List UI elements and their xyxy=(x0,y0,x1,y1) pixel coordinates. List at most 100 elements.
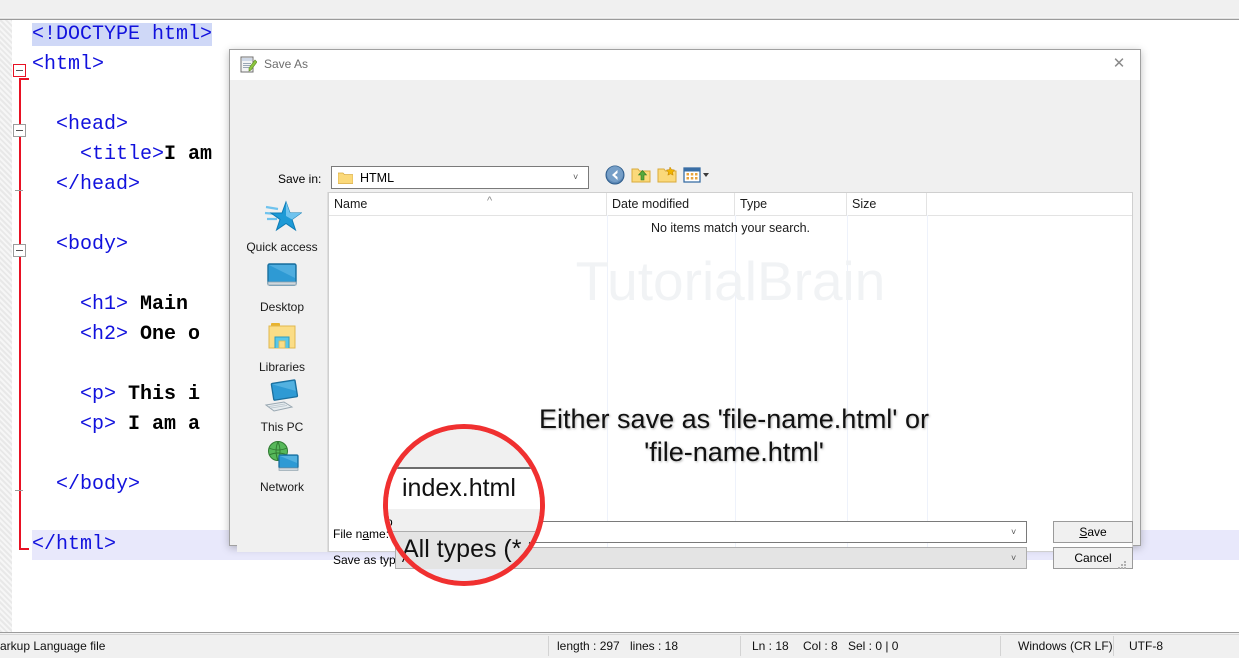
file-list-header: Name Date modified Type Size ^ xyxy=(329,193,1132,216)
code-token: <h2> xyxy=(80,323,129,346)
code-line: <title>I am xyxy=(32,140,212,170)
code-token: <p> xyxy=(80,413,117,436)
code-line: </head> xyxy=(32,170,140,200)
folder-icon xyxy=(338,172,353,184)
status-file-type: arkup Language file xyxy=(0,639,106,653)
fold-line-cap-bottom xyxy=(19,548,29,550)
save-in-combobox[interactable]: HTML ˅ xyxy=(331,166,589,189)
place-label: Network xyxy=(259,480,304,494)
dialog-body: Save in: HTML ˅ Quick access Desktop Lib… xyxy=(230,80,1140,569)
editor-toolbar xyxy=(0,0,1239,20)
status-eol: Windows (CR LF) xyxy=(1018,639,1113,653)
code-token: I am xyxy=(164,143,213,166)
code-token: <p> xyxy=(80,383,117,406)
column-header-date-modified[interactable]: Date modified xyxy=(607,193,735,215)
quick-access-star-icon xyxy=(237,198,327,238)
place-label: This PC xyxy=(260,420,304,434)
code-line: <h2> One o xyxy=(32,320,200,350)
status-separator xyxy=(548,636,549,656)
status-bar: arkup Language file length : 297 lines :… xyxy=(0,632,1239,658)
magnifier-gap xyxy=(388,509,540,531)
status-encoding: UTF-8 xyxy=(1129,639,1163,653)
code-token: </html> xyxy=(32,533,117,556)
save-button[interactable]: Save xyxy=(1053,521,1133,543)
magnified-partial-label: p xyxy=(386,515,393,529)
editor-toolbar-divider xyxy=(0,17,1239,19)
code-token: <body> xyxy=(56,233,129,256)
magnified-save-as-type-value: All types (*.*) xyxy=(402,535,545,563)
status-col: Col : 8 xyxy=(803,639,838,653)
code-line: </body> xyxy=(32,470,140,500)
column-header-size[interactable]: Size xyxy=(847,193,927,215)
sort-ascending-icon: ^ xyxy=(487,195,493,207)
code-token: <title> xyxy=(80,143,165,166)
status-separator xyxy=(1000,636,1001,656)
code-token: This i xyxy=(116,383,201,406)
code-line: <h1> Main xyxy=(32,290,188,320)
annotation-callout-text: Either save as 'file-name.html' or 'file… xyxy=(539,404,929,467)
place-this-pc[interactable]: This PC xyxy=(237,378,327,444)
code-token: <h1> xyxy=(80,293,129,316)
status-separator xyxy=(1113,636,1114,656)
file-name-label: File name: xyxy=(333,527,390,541)
code-line: <body> xyxy=(32,230,128,260)
status-sel: Sel : 0 | 0 xyxy=(848,639,899,653)
code-line: <!DOCTYPE html> xyxy=(32,20,213,50)
save-in-value: HTML xyxy=(360,171,395,185)
app-root: <!DOCTYPE html> <html> <head> <title>I am… xyxy=(0,0,1239,658)
places-sidebar: Quick access Desktop Libraries This PC N… xyxy=(237,192,328,552)
code-token: </head> xyxy=(56,173,141,196)
status-lines: lines : 18 xyxy=(630,639,679,653)
place-label: Quick access xyxy=(246,240,318,254)
place-quick-access[interactable]: Quick access xyxy=(237,198,327,264)
fold-toggle-html[interactable] xyxy=(13,64,26,77)
notepad-document-icon xyxy=(240,56,257,73)
this-pc-icon xyxy=(237,378,327,418)
status-separator xyxy=(740,636,741,656)
back-icon[interactable] xyxy=(604,164,626,186)
code-line: </html> xyxy=(32,530,116,560)
status-ln: Ln : 18 xyxy=(752,639,789,653)
place-network[interactable]: Network xyxy=(237,438,327,504)
code-token: </body> xyxy=(56,473,141,496)
views-icon[interactable] xyxy=(682,164,712,186)
magnifier-annotation: index.html p All types (*.*) xyxy=(383,424,545,586)
place-label: Desktop xyxy=(259,300,305,314)
code-token: I am a xyxy=(116,413,201,436)
place-libraries[interactable]: Libraries xyxy=(237,318,327,384)
code-token: <html> xyxy=(32,53,105,76)
fold-toggle-body[interactable] xyxy=(13,244,26,257)
libraries-folder-icon xyxy=(237,318,327,358)
save-in-label: Save in: xyxy=(278,172,322,186)
network-globe-icon xyxy=(237,438,327,478)
fold-line xyxy=(19,80,21,550)
chevron-down-icon: ˅ xyxy=(573,172,579,182)
status-bar-divider xyxy=(0,633,1239,635)
up-folder-icon[interactable] xyxy=(630,164,652,186)
chevron-down-icon[interactable]: ˅ xyxy=(1011,554,1020,563)
fold-tick-body-end xyxy=(15,490,23,491)
dialog-titlebar[interactable]: Save As ✕ xyxy=(230,50,1140,81)
chevron-down-icon[interactable]: ˅ xyxy=(1011,528,1020,537)
column-header-type[interactable]: Type xyxy=(735,193,847,215)
new-folder-icon[interactable] xyxy=(656,164,678,186)
magnified-file-name-value: index.html xyxy=(402,474,516,502)
place-label: Libraries xyxy=(258,360,306,374)
fold-tick-head-end xyxy=(15,190,23,191)
code-line: <p> I am a xyxy=(32,410,200,440)
watermark-text: TutorialBrain xyxy=(575,250,886,312)
status-length: length : 297 xyxy=(557,639,620,653)
column-header-name[interactable]: Name xyxy=(329,193,607,215)
fold-toggle-head[interactable] xyxy=(13,124,26,137)
close-icon[interactable]: ✕ xyxy=(1106,54,1132,74)
desktop-monitor-icon xyxy=(237,258,327,298)
place-desktop[interactable]: Desktop xyxy=(237,258,327,324)
editor-fold-margin[interactable] xyxy=(12,20,32,632)
resize-grip[interactable] xyxy=(1118,561,1128,571)
empty-message: No items match your search. xyxy=(650,221,811,235)
code-line: <html> xyxy=(32,50,104,80)
magnifier-top-strip xyxy=(388,429,540,461)
code-token: <head> xyxy=(56,113,129,136)
code-token: One o xyxy=(128,323,201,346)
code-token: <!DOCTYPE html> xyxy=(32,23,213,46)
